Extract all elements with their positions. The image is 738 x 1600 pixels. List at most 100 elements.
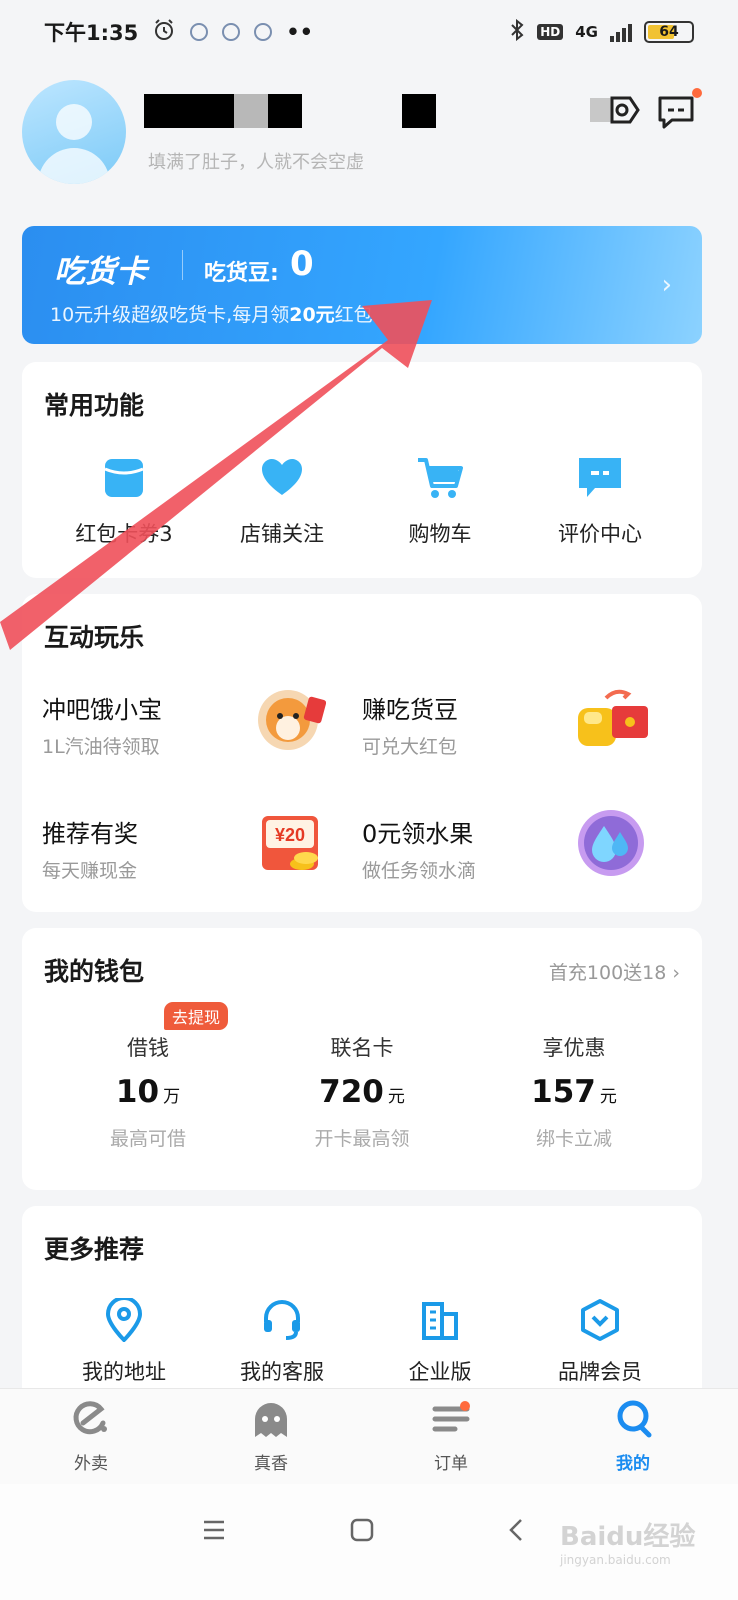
withdraw-badge[interactable]: 去提现 [164, 1002, 229, 1030]
red-packet-coupons-button[interactable]: 红包卡券3 [44, 454, 204, 548]
function-label: 评价中心 [558, 522, 642, 546]
messages-button[interactable] [656, 88, 702, 132]
play-item-title: 赚吃货豆 [362, 696, 458, 724]
review-icon [576, 454, 624, 502]
hd-badge: HD [537, 24, 564, 40]
more-recommendations-section: 更多推荐 我的地址 我的客服 企业版 品牌会员 [22, 1206, 702, 1406]
location-icon [102, 1296, 146, 1343]
beans-icon [576, 684, 648, 754]
more-label: 品牌会员 [558, 1360, 642, 1384]
more-label: 我的客服 [240, 1360, 324, 1384]
redacted-username [268, 94, 302, 128]
play-item-mascot[interactable]: 冲吧饿小宝 1L汽油待领取 [22, 670, 342, 780]
play-item-subtitle: 1L汽油待领取 [42, 736, 160, 758]
function-label: 购物车 [408, 522, 472, 546]
water-drop-icon [576, 808, 646, 878]
my-address-button[interactable]: 我的地址 [44, 1296, 204, 1386]
section-title: 我的钱包 [44, 957, 145, 986]
back-chevron-icon [508, 1518, 524, 1546]
wallet-label: 借钱 [127, 1036, 169, 1060]
wallet-sub: 绑卡立减 [535, 1128, 612, 1150]
menu-nav-button[interactable] [192, 1510, 236, 1554]
beans-value: 0 [290, 244, 314, 284]
headset-icon [260, 1298, 304, 1342]
notification-icon [222, 23, 241, 41]
battery-level: 64 [659, 24, 679, 40]
play-item-title: 推荐有奖 [42, 820, 138, 848]
bottom-tab-bar: 外卖 真香 订单 我的 [0, 1388, 738, 1484]
redacted-username [234, 94, 270, 128]
wallet-cobrand-card[interactable]: 联名卡 720 元 开卡最高领 [262, 1032, 462, 1151]
back-nav-button[interactable] [494, 1510, 538, 1554]
common-functions-section: 常用功能 红包卡券3 店铺关注 购物车 评价中心 [22, 362, 702, 578]
notification-icon [254, 23, 273, 41]
wallet-value: 157 元 [531, 1074, 617, 1110]
section-title: 常用功能 [44, 391, 145, 420]
profile-header: 填满了肚子，人就不会空虚 [22, 78, 716, 198]
notification-icon [190, 23, 209, 41]
coupon-icon: ¥20 [256, 808, 326, 878]
vip-card-description: 10元升级超级吃货卡,每月领20元红包 [50, 304, 373, 326]
function-label: 红包卡券3 [75, 522, 173, 546]
eleme-icon [71, 1399, 111, 1439]
followed-shops-button[interactable]: 店铺关注 [202, 454, 362, 548]
tab-orders[interactable]: 订单 [396, 1399, 506, 1474]
tab-label: 我的 [616, 1454, 650, 1474]
more-label: 企业版 [408, 1360, 472, 1384]
bluetooth-icon [509, 18, 525, 45]
wallet-sub: 最高可借 [109, 1128, 186, 1150]
tab-label: 订单 [434, 1454, 468, 1474]
tab-label: 外卖 [74, 1454, 108, 1474]
wallet-section: 我的钱包 首充100送18 › 去提现 借钱 10 万 最高可借 联名卡 720 元… [22, 928, 702, 1190]
vip-card-title: 吃货卡 [54, 254, 147, 290]
wallet-value: 10 万 [115, 1074, 181, 1110]
home-nav-button[interactable] [340, 1510, 384, 1554]
beans-label: 吃货豆: [204, 261, 279, 286]
member-shield-icon [578, 1298, 622, 1342]
shopping-cart-button[interactable]: 购物车 [360, 454, 520, 548]
settings-button[interactable] [590, 92, 642, 132]
battery-icon: 64 [644, 21, 694, 43]
wallet-loan[interactable]: 借钱 10 万 最高可借 [48, 1032, 248, 1151]
wallet-label: 联名卡 [330, 1036, 394, 1060]
vip-card-banner[interactable]: 吃货卡 吃货豆: 0 10元升级超级吃货卡,每月领20元红包 › [22, 226, 702, 344]
wallet-label: 享优惠 [542, 1036, 606, 1060]
profile-icon [613, 1399, 653, 1439]
wallet-promo-link[interactable]: 首充100送18 › [549, 958, 680, 985]
chevron-right-icon: › [661, 270, 672, 300]
function-label: 店铺关注 [240, 522, 324, 546]
hamburger-icon [202, 1519, 226, 1545]
mascot-icon [256, 684, 327, 754]
customer-service-button[interactable]: 我的客服 [202, 1298, 362, 1386]
heart-icon [258, 454, 306, 502]
play-item-subtitle: 每天赚现金 [42, 860, 138, 882]
play-item-subtitle: 可兑大红包 [362, 736, 458, 758]
play-item-free-fruit[interactable]: 0元领水果 做任务领水滴 [342, 794, 662, 904]
play-item-earn-beans[interactable]: 赚吃货豆 可兑大红包 [342, 670, 662, 780]
more-notifications-icon: •• [286, 20, 314, 44]
review-center-button[interactable]: 评价中心 [520, 454, 680, 548]
wallet-discount[interactable]: 享优惠 157 元 绑卡立减 [474, 1032, 674, 1151]
status-time: 下午1:35 [44, 21, 139, 45]
more-label: 我的地址 [82, 1360, 166, 1384]
brand-member-button[interactable]: 品牌会员 [520, 1298, 680, 1386]
tab-label: 真香 [254, 1454, 288, 1474]
building-icon [418, 1298, 462, 1342]
svg-text:¥20: ¥20 [275, 825, 305, 845]
signal-icon [610, 22, 632, 42]
section-title: 更多推荐 [44, 1235, 145, 1264]
tab-zhenxiang[interactable]: 真香 [216, 1399, 326, 1474]
baidu-watermark: Baidu经验 jingyan.baidu.com [560, 1522, 696, 1567]
square-icon [350, 1518, 374, 1546]
enterprise-button[interactable]: 企业版 [360, 1298, 520, 1386]
play-item-referral[interactable]: 推荐有奖 每天赚现金 ¥20 [22, 794, 342, 904]
wallet-sub: 开卡最高领 [314, 1128, 410, 1150]
wallet-value: 720 元 [319, 1074, 405, 1110]
tab-takeout[interactable]: 外卖 [36, 1399, 146, 1474]
status-bar: 下午1:35 •• HD 4G 64 [0, 0, 738, 64]
play-item-title: 0元领水果 [362, 820, 474, 848]
profile-slogan: 填满了肚子，人就不会空虚 [148, 152, 364, 173]
avatar[interactable] [22, 80, 126, 184]
tab-mine[interactable]: 我的 [578, 1399, 688, 1474]
message-icon [656, 96, 696, 136]
